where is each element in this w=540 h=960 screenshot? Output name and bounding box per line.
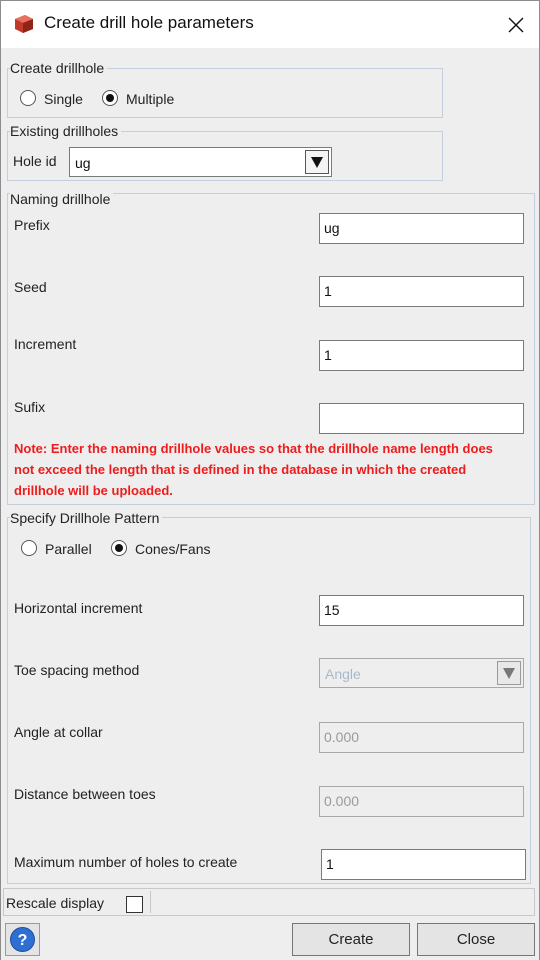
radio-multiple-label[interactable]: Multiple bbox=[126, 91, 174, 107]
naming-note: Note: Enter the naming drillhole values … bbox=[14, 441, 493, 498]
toe-spacing-dropdown[interactable]: Angle bbox=[319, 658, 524, 688]
hole-id-value: ug bbox=[75, 155, 91, 171]
drill-app-icon bbox=[13, 13, 35, 35]
rescale-row-divider bbox=[150, 891, 533, 913]
close-icon bbox=[508, 17, 524, 33]
dialog-content: Create drillhole Single Multiple Existin… bbox=[1, 48, 539, 960]
radio-single-label[interactable]: Single bbox=[44, 91, 83, 107]
window-title: Create drill hole parameters bbox=[44, 13, 254, 32]
dialog-window: Create drill hole parameters Create dril… bbox=[0, 0, 540, 960]
dropdown-arrow-icon[interactable] bbox=[305, 150, 329, 174]
drillhole-pattern-title: Specify Drillhole Pattern bbox=[10, 510, 163, 526]
rescale-display-checkbox[interactable] bbox=[126, 896, 143, 913]
help-icon: ? bbox=[10, 927, 35, 952]
radio-parallel[interactable] bbox=[21, 540, 37, 556]
seed-label: Seed bbox=[14, 279, 47, 295]
increment-input[interactable]: 1 bbox=[319, 340, 524, 371]
hole-id-dropdown[interactable]: ug bbox=[69, 147, 332, 177]
toe-spacing-label: Toe spacing method bbox=[14, 662, 140, 678]
toe-spacing-value: Angle bbox=[325, 666, 361, 682]
title-bar[interactable]: Create drill hole parameters bbox=[1, 1, 539, 48]
drillhole-pattern-group bbox=[7, 517, 531, 884]
horizontal-increment-input[interactable]: 15 bbox=[319, 595, 524, 626]
close-window-button[interactable] bbox=[493, 1, 539, 48]
prefix-input[interactable]: ug bbox=[319, 213, 524, 244]
distance-between-toes-label: Distance between toes bbox=[14, 786, 156, 802]
radio-multiple[interactable] bbox=[102, 90, 118, 106]
seed-input[interactable]: 1 bbox=[319, 276, 524, 307]
create-button[interactable]: Create bbox=[292, 923, 410, 956]
angle-at-collar-input[interactable]: 0.000 bbox=[319, 722, 524, 753]
create-drillhole-title: Create drillhole bbox=[10, 60, 108, 76]
radio-single[interactable] bbox=[20, 90, 36, 106]
sufix-input[interactable] bbox=[319, 403, 524, 434]
prefix-label: Prefix bbox=[14, 217, 50, 233]
sufix-label: Sufix bbox=[14, 399, 46, 415]
increment-label: Increment bbox=[14, 336, 77, 352]
radio-cones-fans-label[interactable]: Cones/Fans bbox=[135, 541, 210, 557]
svg-text:?: ? bbox=[18, 932, 28, 949]
dropdown-arrow-icon[interactable] bbox=[497, 661, 521, 685]
distance-between-toes-input[interactable]: 0.000 bbox=[319, 786, 524, 817]
radio-parallel-label[interactable]: Parallel bbox=[45, 541, 92, 557]
rescale-display-label: Rescale display bbox=[6, 895, 105, 911]
angle-at-collar-label: Angle at collar bbox=[14, 724, 103, 740]
hole-id-label: Hole id bbox=[13, 153, 57, 169]
help-button[interactable]: ? bbox=[5, 923, 40, 956]
horizontal-increment-label: Horizontal increment bbox=[14, 600, 143, 616]
radio-cones-fans[interactable] bbox=[111, 540, 127, 556]
max-holes-label: Maximum number of holes to create bbox=[14, 854, 238, 870]
close-button[interactable]: Close bbox=[417, 923, 535, 956]
naming-drillhole-title: Naming drillhole bbox=[10, 191, 114, 207]
max-holes-input[interactable]: 1 bbox=[321, 849, 526, 880]
existing-drillholes-title: Existing drillholes bbox=[10, 123, 122, 139]
